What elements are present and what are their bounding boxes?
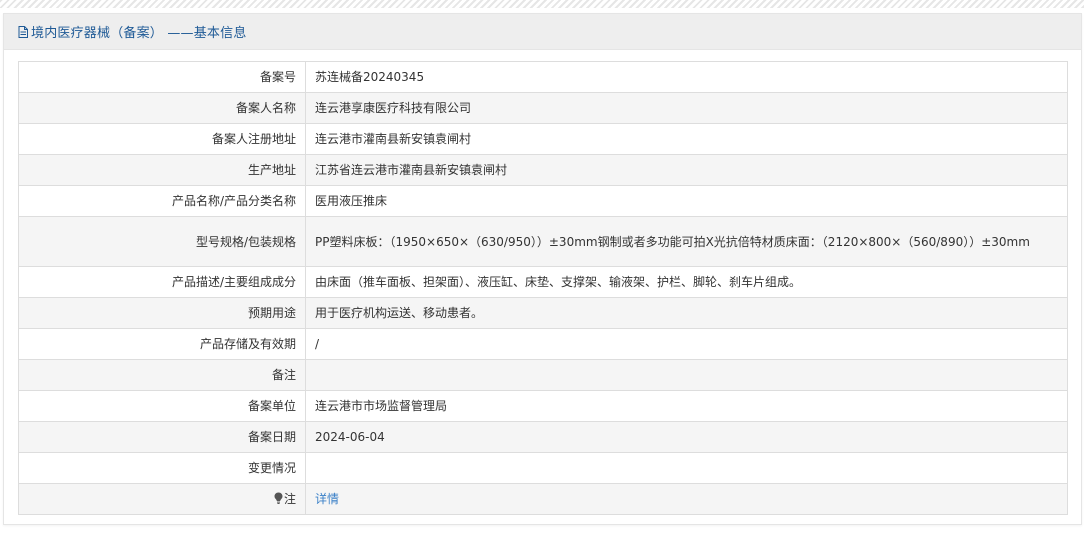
- row-value: 医用液压推床: [305, 185, 1068, 217]
- table-row: 产品描述/主要组成成分 由床面（推车面板、担架面）、液压缸、床垫、支撑架、输液架…: [18, 266, 1068, 298]
- row-value: [305, 359, 1068, 391]
- table-row: 型号规格/包装规格 PP塑料床板：（1950×650×（630/950））±30…: [18, 216, 1068, 267]
- info-table: 备案号 苏连械备20240345 备案人名称 连云港享康医疗科技有限公司 备案人…: [18, 61, 1068, 515]
- row-label: 备案号: [18, 61, 306, 93]
- table-row: 备案日期 2024-06-04: [18, 421, 1068, 453]
- row-value: 详情: [305, 483, 1068, 515]
- row-value: 由床面（推车面板、担架面）、液压缸、床垫、支撑架、输液架、护栏、脚轮、刹车片组成…: [305, 266, 1068, 298]
- row-label: 备案日期: [18, 421, 306, 453]
- document-icon: [18, 25, 28, 38]
- table-row: 备注: [18, 359, 1068, 391]
- table-row: 备案单位 连云港市市场监督管理局: [18, 390, 1068, 422]
- page-title: 境内医疗器械（备案） ——基本信息: [31, 26, 247, 41]
- row-value: PP塑料床板：（1950×650×（630/950））±30mm钢制或者多功能可…: [305, 216, 1068, 267]
- table-row: 变更情况: [18, 452, 1068, 484]
- top-stripe-decoration: [0, 0, 1084, 8]
- row-label: 备案人名称: [18, 92, 306, 124]
- row-label: 产品描述/主要组成成分: [18, 266, 306, 298]
- row-value: 连云港享康医疗科技有限公司: [305, 92, 1068, 124]
- note-label: 注: [283, 492, 296, 506]
- row-value: 用于医疗机构运送、移动患者。: [305, 297, 1068, 329]
- row-value: 连云港市市场监督管理局: [305, 390, 1068, 422]
- row-label: 产品存储及有效期: [18, 328, 306, 360]
- row-value: [305, 452, 1068, 484]
- table-row: 预期用途 用于医疗机构运送、移动患者。: [18, 297, 1068, 329]
- row-label: 备案人注册地址: [18, 123, 306, 155]
- row-value: 连云港市灌南县新安镇袁闸村: [305, 123, 1068, 155]
- row-label: 备注: [18, 359, 306, 391]
- panel-header: 境内医疗器械（备案） ——基本信息: [4, 14, 1081, 50]
- table-row: 产品名称/产品分类名称 医用液压推床: [18, 185, 1068, 217]
- table-row: 产品存储及有效期 /: [18, 328, 1068, 360]
- row-value-text: PP塑料床板：（1950×650×（630/950））±30mm钢制或者多功能可…: [315, 234, 1030, 249]
- row-label: 预期用途: [18, 297, 306, 329]
- row-label: 生产地址: [18, 154, 306, 186]
- row-label-note: 注: [18, 483, 306, 515]
- row-value: 苏连械备20240345: [305, 61, 1068, 93]
- row-label: 变更情况: [18, 452, 306, 484]
- row-value: /: [305, 328, 1068, 360]
- row-label: 型号规格/包装规格: [18, 216, 306, 267]
- details-link[interactable]: 详情: [315, 492, 339, 506]
- table-row: 生产地址 江苏省连云港市灌南县新安镇袁闸村: [18, 154, 1068, 186]
- table-row: 注 详情: [18, 483, 1068, 515]
- table-row: 备案号 苏连械备20240345: [18, 61, 1068, 93]
- table-row: 备案人注册地址 连云港市灌南县新安镇袁闸村: [18, 123, 1068, 155]
- row-label: 产品名称/产品分类名称: [18, 185, 306, 217]
- row-value: 江苏省连云港市灌南县新安镇袁闸村: [305, 154, 1068, 186]
- lightbulb-icon: [274, 490, 283, 504]
- table-row: 备案人名称 连云港享康医疗科技有限公司: [18, 92, 1068, 124]
- basic-info-panel: 境内医疗器械（备案） ——基本信息 备案号 苏连械备20240345 备案人名称…: [3, 13, 1082, 525]
- row-value: 2024-06-04: [305, 421, 1068, 453]
- row-label: 备案单位: [18, 390, 306, 422]
